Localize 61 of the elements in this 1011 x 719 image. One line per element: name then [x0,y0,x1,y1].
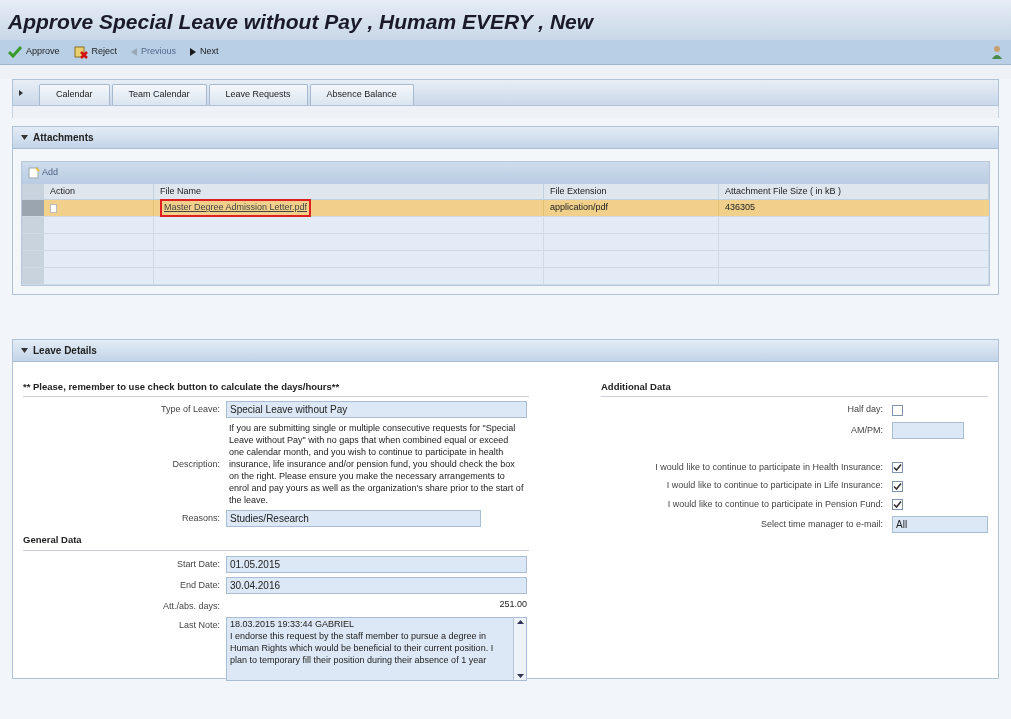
right-triangle-icon [190,48,197,56]
field-label: I would like to continue to participate in Pension Fund: [666,497,883,511]
toolbar-button[interactable]: Approve [8,45,60,59]
panel-header[interactable]: Attachments [13,127,998,149]
tab[interactable]: Absence Balance [309,84,414,105]
note-text: 18.03.2015 19:33:44 GABRIEL I endorse this request by the staff member to pursue a degree in Human Rights which would be beneficial to their current position. I plan to temporary fill their position during their absence of 1 year [229,618,495,667]
field-label: I would like to continue to participate in Health Insurance: [654,460,883,474]
column-header: File Extension [544,184,719,199]
checkbox[interactable] [892,480,903,492]
right-triangle-icon[interactable] [19,90,23,96]
table-cell-text: 436305 [724,201,757,215]
section-title: Additional Data [601,380,988,398]
description-text: If you are submitting single or multiple consecutive requests for "Special Leave without Pay" with no gaps that when combined equal or exceed one calendar month, and you wish to continue to participate in health insurance, life insurance and/or pension fund, you should check the box on the right. Please ensure you make the necessary arrangements to enrol and pay yours as well as the organization's share prior to the start of the leave. [228,422,525,507]
checkbox[interactable] [892,499,903,510]
field-label: Start Date: [175,557,220,571]
text-field[interactable]: 01.05.2015 [226,555,527,573]
text-field[interactable]: All [892,516,988,534]
panel-title: Leave Details [33,344,97,358]
field-label: AM/PM: [850,423,883,437]
field-label: Select time manager to e-mail: [759,518,883,531]
panel-header[interactable]: Leave Details [13,340,998,362]
toolbar-button[interactable]: Reject [73,45,118,59]
tab[interactable]: Calendar [39,84,110,105]
days-value: 251.00 [498,597,527,611]
table-cell: application/pdf [544,200,719,216]
scroll-up-icon[interactable] [516,620,524,624]
person-icon[interactable] [992,45,1003,59]
collapse-triangle-icon [21,135,28,140]
column-header: Action [44,184,154,199]
text-field[interactable]: 30.04.2016 [226,576,527,594]
new-document-icon [28,167,40,179]
tab[interactable]: Leave Requests [208,84,308,105]
reminder-text: ** Please, remember to use check button to calculate the days/hours** [23,380,529,398]
field-label: Type of Leave: [159,403,220,416]
field-label: Half day: [846,403,883,417]
checkmark-icon [8,46,22,58]
tab[interactable]: Team Calendar [111,84,207,105]
table-row[interactable]: Master Degree Admission Letter.pdf application/pdf 436305 [22,200,989,217]
column-header: File Name [154,184,544,199]
field-label: Last Note: [177,619,220,632]
field-label: Att./abs. days: [161,599,220,613]
column-header: Attachment File Size ( in kB ) [719,184,989,199]
scrollbar[interactable] [513,618,526,680]
field-label: Description: [171,457,220,471]
field-label: I would like to continue to participate in Life Insurance: [665,479,883,493]
file-link[interactable]: Master Degree Admission Letter.pdf [160,199,312,217]
section-title: General Data [23,533,529,551]
text-field[interactable] [892,421,964,439]
field-label: End Date: [178,578,220,592]
window-title: Approve Special Leave without Pay , Humam EVERY , New [8,8,594,35]
text-field[interactable]: Studies/Research [226,510,481,528]
toolbar-button[interactable]: Next [190,45,219,59]
scroll-down-icon[interactable] [516,674,524,678]
panel-title: Attachments [33,131,94,145]
checkbox[interactable] [892,404,903,416]
checkbox[interactable] [892,462,903,473]
field-label: Reasons: [180,512,220,525]
collapse-triangle-icon [21,348,28,353]
text-field[interactable]: Special Leave without Pay [226,401,527,419]
left-triangle-icon [131,48,138,56]
document-cross-icon [73,45,88,59]
